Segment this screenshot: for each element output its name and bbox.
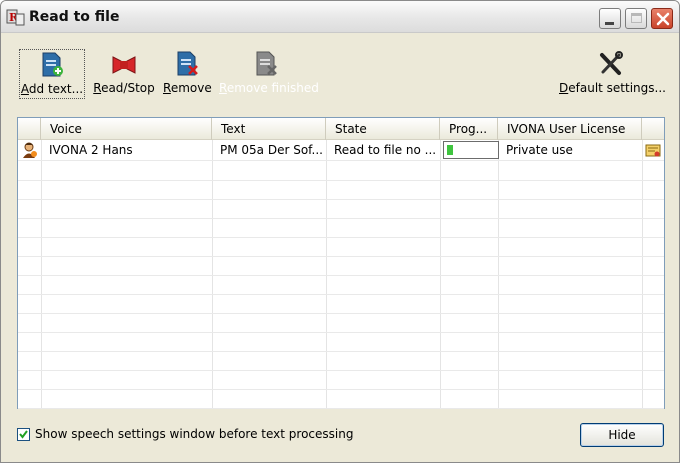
toolbar: Add text... Read/Stop Remove Remove fini… [1, 35, 679, 105]
default-settings-label: Default settings... [559, 81, 666, 95]
tools-icon [599, 51, 623, 77]
empty-table-row [18, 276, 664, 295]
empty-table-row [18, 181, 664, 200]
empty-table-row [18, 333, 664, 352]
close-icon [656, 12, 670, 26]
row-voice: IVONA 2 Hans [49, 143, 133, 157]
maximize-button[interactable] [625, 8, 647, 29]
show-settings-label: Show speech settings window before text … [35, 427, 354, 441]
empty-table-row [18, 314, 664, 333]
row-license: Private use [506, 143, 573, 157]
empty-table-row [18, 371, 664, 390]
empty-table-row [18, 295, 664, 314]
read-stop-label: Read/Stop [93, 81, 155, 95]
empty-table-row [18, 219, 664, 238]
column-header-extra[interactable] [642, 118, 664, 140]
table-row[interactable]: IVONA 2 Hans PM 05a Der Sof... Read to f… [18, 140, 664, 161]
column-header-voice[interactable]: Voice [41, 118, 212, 140]
remove-finished-label: Remove finished [219, 81, 319, 95]
remove-finished-button[interactable]: Remove finished [219, 49, 319, 99]
add-text-button[interactable]: Add text... [19, 49, 85, 99]
hide-button[interactable]: Hide [580, 423, 664, 447]
remove-label: Remove [163, 81, 212, 95]
title-bar[interactable]: R Read to file [1, 1, 679, 33]
add-text-label: Add text... [20, 82, 84, 96]
empty-table-row [18, 352, 664, 371]
license-certificate-icon[interactable] [645, 142, 661, 158]
empty-table-row [18, 162, 664, 181]
column-header-progress[interactable]: Prog... [440, 118, 498, 140]
ivona-app-icon: R [6, 7, 26, 27]
jobs-table[interactable]: Voice Text State Prog... IVONA User Lice… [17, 117, 665, 409]
show-settings-checkbox[interactable] [17, 428, 30, 441]
checkmark-icon [19, 430, 28, 439]
column-header-text[interactable]: Text [212, 118, 326, 140]
remove-button[interactable]: Remove [163, 49, 212, 99]
read-to-file-window: R Read to file Add text... Read/Stop Rem… [0, 0, 680, 463]
read-stop-icon [112, 51, 136, 77]
person-icon [22, 142, 38, 158]
close-button[interactable] [651, 8, 673, 29]
row-text: PM 05a Der Sof... [220, 143, 323, 157]
minimize-button[interactable] [599, 8, 621, 29]
maximize-icon [631, 13, 642, 23]
add-document-icon [40, 52, 64, 78]
column-header-state[interactable]: State [326, 118, 440, 140]
read-stop-button[interactable]: Read/Stop [93, 49, 155, 99]
empty-table-row [18, 257, 664, 276]
minimize-icon [605, 22, 614, 25]
table-header: Voice Text State Prog... IVONA User Lice… [18, 118, 664, 140]
empty-table-row [18, 200, 664, 219]
row-progress-bar [443, 141, 499, 159]
column-header-license[interactable]: IVONA User License [498, 118, 642, 140]
empty-table-row [18, 238, 664, 257]
column-header-icon[interactable] [18, 118, 41, 140]
default-settings-button[interactable]: Default settings... [559, 49, 666, 99]
window-title: Read to file [29, 9, 120, 25]
row-state: Read to file no ... [334, 143, 437, 157]
progress-fill [447, 145, 453, 155]
remove-document-icon [175, 51, 199, 77]
remove-finished-icon [254, 51, 278, 77]
empty-table-row [18, 390, 664, 409]
